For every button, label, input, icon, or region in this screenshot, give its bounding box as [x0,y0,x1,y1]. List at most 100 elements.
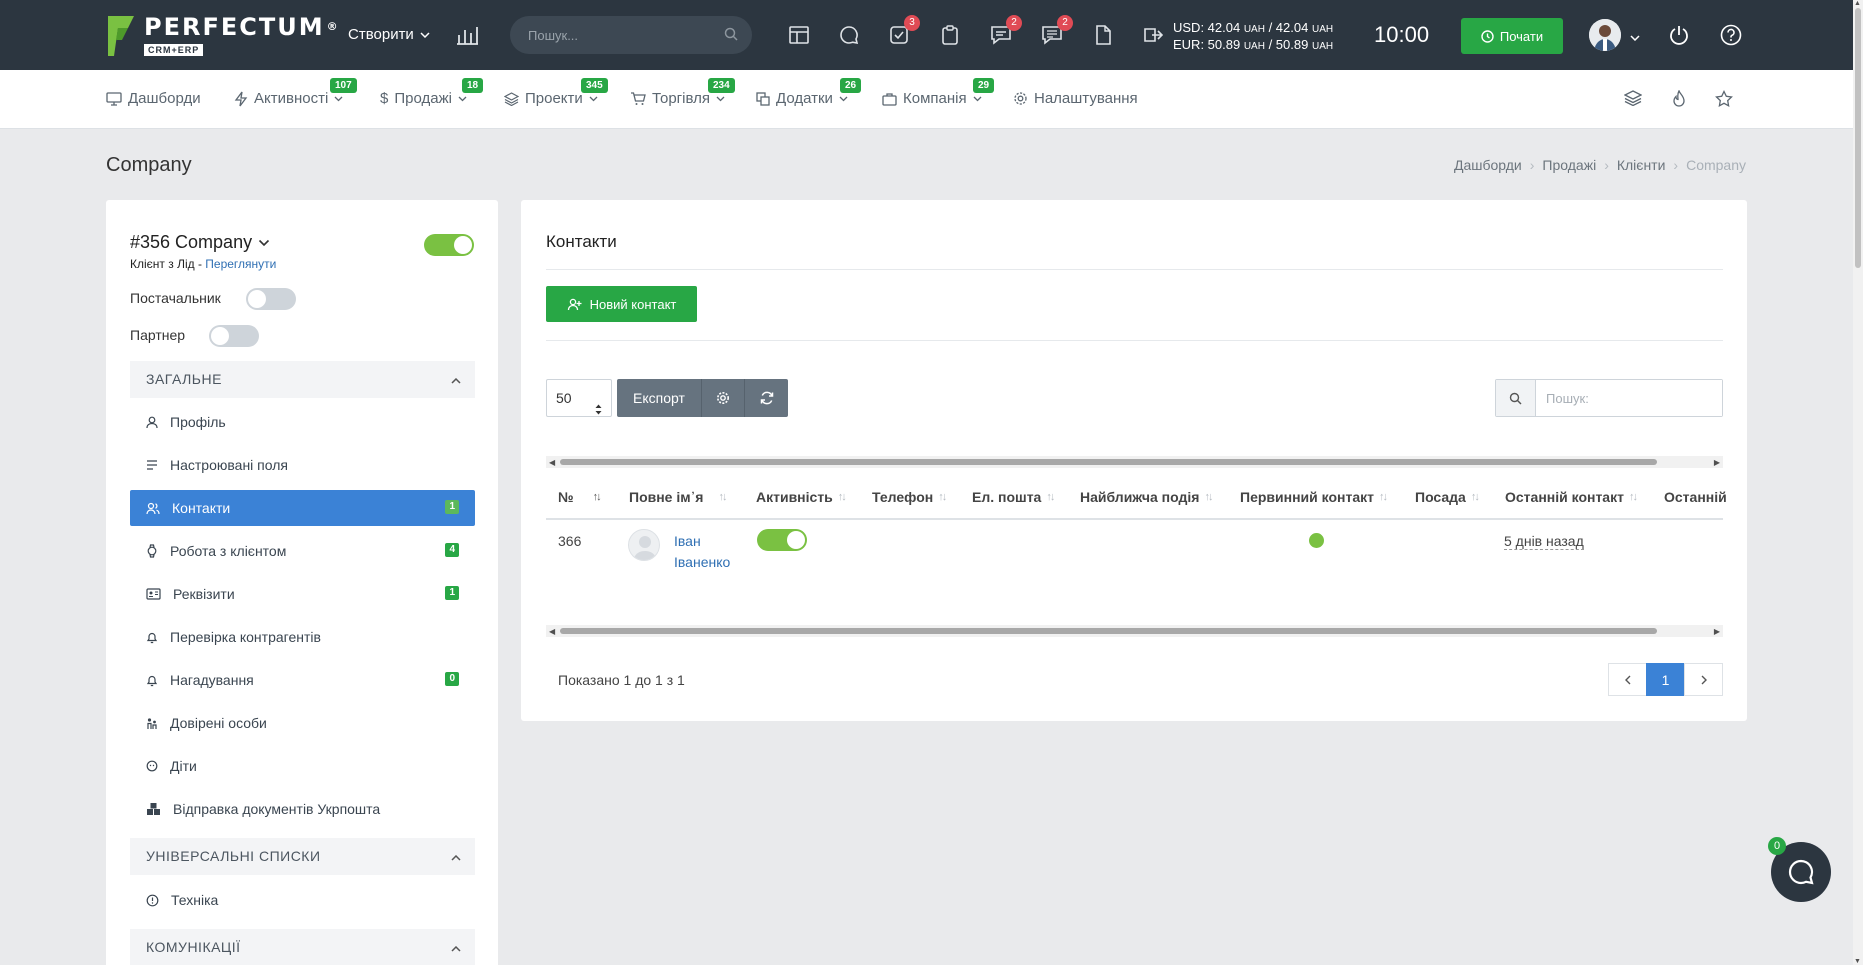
scroll-left-icon[interactable]: ◀ [549,458,555,467]
scroll-up-icon[interactable]: ▲ [1854,0,1861,7]
table-horizontal-scrollbar[interactable]: ◀ ▶ [546,456,1723,468]
user-avatar[interactable] [1589,19,1621,51]
document-icon[interactable] [1091,23,1115,47]
power-icon[interactable] [1668,24,1690,49]
prev-page-button[interactable] [1608,663,1647,696]
contact-name-link[interactable]: Іван Іваненко [674,531,730,573]
refresh-button[interactable] [745,379,788,417]
nav-activities[interactable]: Активності 107 [234,78,357,107]
help-icon[interactable] [1720,24,1742,49]
nav-badge: 107 [330,78,357,93]
scrollbar-thumb[interactable] [1855,8,1861,268]
sidebar-item-badge: 1 [445,500,459,514]
export-button[interactable]: Експорт [617,379,702,417]
col-email[interactable]: Ел. пошта ↑↓ [972,489,1055,505]
nav-settings[interactable]: Налаштування [1013,90,1138,107]
company-active-toggle[interactable] [424,234,474,256]
usd-unit-2: UAH [1311,24,1334,35]
create-menu-button[interactable]: Створити [348,26,430,43]
layers-icon[interactable] [1623,90,1643,109]
sidebar-item-equipment[interactable]: Техніка [130,882,475,918]
scroll-right-icon[interactable]: ▶ [1714,458,1720,467]
search-icon[interactable] [724,27,738,41]
nav-dashboards[interactable]: Дашборди [106,90,201,107]
sidebar-item-counterparty-check[interactable]: Перевірка контрагентів [130,619,475,655]
clipboard-icon[interactable] [938,23,962,47]
sort-icon: ↑↓ [1628,491,1638,503]
new-contact-button[interactable]: Новий контакт [546,286,697,322]
sidebar-item-children[interactable]: Діти [130,748,475,784]
nav-company[interactable]: Компанія 29 [882,78,995,107]
next-page-button[interactable] [1684,663,1723,696]
company-title[interactable]: #356 Company [130,232,270,253]
global-search[interactable] [510,16,752,54]
breadcrumb-clients[interactable]: Клієнти [1617,157,1666,173]
nav-trade[interactable]: Торгівля 234 [630,78,735,107]
sidebar-item-trusted-persons[interactable]: Довірені особи [130,705,475,741]
scrollbar-thumb[interactable] [560,628,1657,634]
col-last-contact[interactable]: Останній контакт ↑↓ [1505,489,1638,505]
sidebar-item-profile[interactable]: Профіль [130,404,475,440]
sidebar-item-client-work[interactable]: Робота з клієнтом 4 [130,533,475,569]
table-search-input[interactable] [1536,380,1722,416]
chat-widget-button[interactable]: 0 [1768,837,1831,902]
global-search-input[interactable] [510,16,752,54]
page-size-select[interactable]: 50 [546,379,612,417]
col-last[interactable]: Останній [1664,489,1727,505]
scroll-right-icon[interactable]: ▶ [1714,627,1720,636]
view-lead-link[interactable]: Переглянути [205,257,276,271]
tasks-icon[interactable]: 3 [887,15,920,47]
nav-sales[interactable]: $ Продажі 18 [380,78,484,107]
messages-icon[interactable]: 2 [989,15,1022,47]
page-vertical-scrollbar[interactable]: ▲ ▼ [1853,0,1863,965]
supplier-toggle[interactable] [246,288,296,310]
user-menu-chevron-icon[interactable] [1630,28,1640,44]
scrollbar-thumb[interactable] [560,459,1657,465]
section-universal-lists[interactable]: УНІВЕРСАЛЬНІ СПИСКИ [130,838,475,875]
col-full-name[interactable]: Повне ім᾽я ↑↓ [629,489,727,505]
sidebar-item-custom-fields[interactable]: Настроювані поля [130,447,475,483]
col-position[interactable]: Посада ↑↓ [1415,489,1480,505]
table-row[interactable]: 366 Іван Іваненко 5 днів назад [546,521,1723,591]
start-timer-button[interactable]: Почати [1461,18,1563,54]
column-settings-button[interactable] [702,379,745,417]
messages-badge: 2 [1006,15,1022,31]
table-horizontal-scrollbar-bottom[interactable]: ◀ ▶ [546,625,1723,637]
partner-toggle[interactable] [209,325,259,347]
logo[interactable]: PERFECTUM ® CRM+ERP [106,14,340,58]
sidebar-item-requisites[interactable]: Реквізити 1 [130,576,475,612]
contact-active-toggle[interactable] [757,529,807,551]
section-communications[interactable]: КОМУНІКАЦІЇ [130,929,475,965]
col-label: Останній [1664,489,1727,505]
nav-projects[interactable]: Проекти 345 [504,78,608,107]
sidebar-item-label: Нагадування [170,672,254,688]
search-icon[interactable] [1496,380,1536,416]
nav-addons[interactable]: Додатки 26 [756,78,862,107]
sidebar-item-ukrposhta[interactable]: Відправка документів Укрпошта [130,791,475,827]
chat-bubble-icon[interactable] [837,23,861,47]
col-activity[interactable]: Активність ↑↓ [756,489,847,505]
bar-chart-icon[interactable] [456,24,478,49]
boxes-icon [147,803,160,815]
comments-icon[interactable]: 2 [1040,15,1073,47]
col-next-event[interactable]: Найближча подія ↑↓ [1080,489,1213,505]
star-icon[interactable] [1715,89,1733,111]
dashboard-layout-icon[interactable] [787,23,811,47]
col-primary-contact[interactable]: Первинний контакт ↑↓ [1240,489,1388,505]
section-general[interactable]: ЗАГАЛЬНЕ [130,361,475,398]
breadcrumb-dashboards[interactable]: Дашборди [1454,157,1522,173]
col-label: Активність [756,489,833,505]
scroll-down-icon[interactable]: ▼ [1854,958,1861,965]
contact-last-name: Іваненко [674,554,731,570]
page-button-current[interactable]: 1 [1646,663,1685,696]
col-phone[interactable]: Телефон ↑↓ [872,489,947,505]
sidebar-item-contacts[interactable]: Контакти 1 [130,490,475,526]
last-contact-value[interactable]: 5 днів назад [1504,533,1584,550]
sidebar-item-reminders[interactable]: Нагадування 0 [130,662,475,698]
fire-icon[interactable] [1671,89,1687,111]
breadcrumb-sales[interactable]: Продажі [1542,157,1596,173]
sort-icon: ↑↓ [1470,491,1480,503]
scroll-left-icon[interactable]: ◀ [549,627,555,636]
currency-exchange-icon[interactable] [1141,23,1165,47]
col-number[interactable]: № ↑↓ [558,489,602,505]
